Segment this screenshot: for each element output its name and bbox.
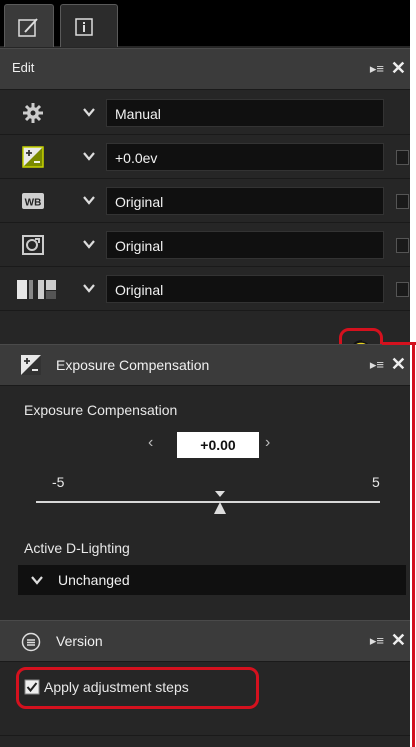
version-palette-title: Version — [56, 633, 103, 649]
tone-enable-checkbox[interactable] — [396, 282, 409, 297]
edit-palette-header: Edit ▸≡ ✕ — [0, 48, 410, 90]
white-balance-enable-checkbox[interactable] — [396, 194, 409, 209]
exposure-compensation-icon — [21, 355, 41, 375]
exposure-compensation-label: Exposure Compensation — [24, 402, 178, 418]
edit-palette-title: Edit — [12, 60, 35, 75]
exposure-palette-header: Exposure Compensation ▸≡ ✕ — [0, 344, 410, 386]
info-icon — [75, 18, 93, 36]
increment-arrow[interactable]: › — [265, 434, 270, 452]
white-balance-icon: WB — [22, 193, 44, 209]
chevron-down-icon[interactable] — [82, 150, 96, 162]
edit-icon — [18, 18, 38, 37]
exposure-select[interactable]: +0.0ev — [106, 143, 384, 171]
apply-adjustment-label: Apply adjustment steps — [44, 679, 189, 695]
picture-control-enable-checkbox[interactable] — [396, 238, 409, 253]
edit-palette-close-button[interactable]: ✕ — [391, 58, 406, 79]
slider-max-label: 5 — [372, 474, 380, 490]
callout-line — [382, 342, 416, 345]
active-d-lighting-value: Unchanged — [58, 572, 130, 588]
exposure-enable-checkbox[interactable] — [396, 150, 409, 165]
chevron-down-icon[interactable] — [82, 238, 96, 250]
exposure-slider-thumb[interactable] — [212, 490, 228, 518]
info-tab[interactable] — [60, 4, 118, 47]
adjustment-row-mode: Manual — [0, 96, 410, 132]
chevron-down-icon[interactable] — [82, 282, 96, 294]
exposure-palette-menu-button[interactable]: ▸≡ — [370, 357, 384, 373]
active-d-lighting-label: Active D-Lighting — [24, 540, 130, 556]
exposure-slider-track[interactable] — [36, 501, 380, 503]
version-palette-header: Version ▸≡ ✕ — [0, 620, 410, 662]
chevron-down-icon — [31, 576, 43, 585]
gear-icon — [23, 103, 43, 123]
chevron-down-icon[interactable] — [82, 106, 96, 118]
adjustment-row-white-balance: WB Original — [0, 184, 410, 220]
adjustment-row-picture-control: Original — [0, 228, 410, 264]
exposure-palette-close-button[interactable]: ✕ — [391, 354, 406, 375]
exposure-compensation-icon — [22, 146, 44, 168]
chevron-down-icon[interactable] — [82, 194, 96, 206]
white-balance-select[interactable]: Original — [106, 187, 384, 215]
callout-line-vertical — [412, 342, 415, 747]
version-icon — [21, 632, 41, 652]
exposure-value-input[interactable]: +0.00 — [177, 432, 259, 458]
edit-palette-menu-button[interactable]: ▸≡ — [370, 61, 384, 77]
version-palette-close-button[interactable]: ✕ — [391, 630, 406, 651]
edit-tab[interactable] — [4, 4, 54, 47]
mode-select[interactable]: Manual — [106, 99, 384, 127]
exposure-palette-title: Exposure Compensation — [56, 357, 210, 373]
picture-control-icon — [22, 235, 44, 255]
palette-tabs — [0, 0, 410, 47]
decrement-arrow[interactable]: ‹ — [148, 434, 153, 452]
version-palette-menu-button[interactable]: ▸≡ — [370, 633, 384, 649]
edit-panel: Edit ▸≡ ✕ Manual +0.0ev WB Original Orig… — [0, 0, 410, 747]
tone-select[interactable]: Original — [106, 275, 384, 303]
picture-control-select[interactable]: Original — [106, 231, 384, 259]
active-d-lighting-select[interactable]: Unchanged — [18, 565, 406, 595]
apply-adjustment-checkbox[interactable] — [24, 679, 40, 695]
slider-min-label: -5 — [52, 474, 65, 490]
tone-curve-icon — [17, 280, 56, 299]
svg-text:WB: WB — [25, 198, 42, 209]
adjustment-row-tone: Original — [0, 272, 410, 308]
adjustment-row-exposure: +0.0ev — [0, 140, 410, 176]
